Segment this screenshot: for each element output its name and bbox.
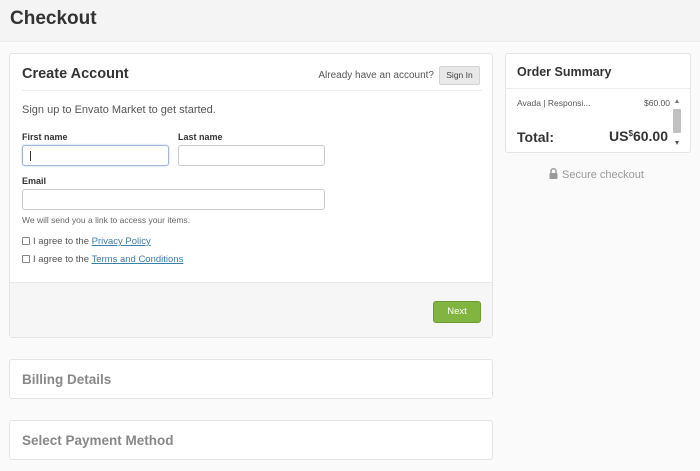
page-title: Checkout [10, 8, 97, 29]
card-footer: Next [10, 282, 492, 337]
email-label: Email [22, 176, 47, 186]
total-amount-value: 60.00 [632, 128, 668, 144]
total-currency-symbol: $ [628, 129, 633, 138]
email-hint: We will send you a link to access your i… [22, 215, 191, 225]
scroll-down-arrow-icon[interactable] [675, 141, 679, 145]
order-summary-card: Order Summary Avada | Responsi... $60.00… [505, 53, 691, 153]
total-currency-prefix: US [609, 128, 629, 144]
intro-text: Sign up to Envato Market to get started. [22, 104, 216, 116]
next-button[interactable]: Next [433, 301, 481, 323]
order-item-price: $60.00 [644, 98, 670, 108]
order-summary-title: Order Summary [517, 65, 612, 79]
billing-details-title: Billing Details [22, 372, 112, 387]
terms-and-conditions-link[interactable]: Terms and Conditions [91, 254, 183, 265]
payment-method-section[interactable]: Select Payment Method [9, 420, 493, 460]
page-header: Checkout [0, 0, 700, 42]
total-label: Total: [517, 129, 555, 145]
scroll-up-arrow-icon[interactable] [675, 99, 679, 103]
divider [22, 90, 482, 91]
first-name-input[interactable] [22, 145, 169, 166]
total-amount: US$60.00 [609, 128, 668, 144]
terms-checkbox[interactable] [22, 255, 30, 263]
email-input[interactable] [22, 189, 325, 210]
secure-checkout-text: Secure checkout [562, 169, 644, 181]
privacy-policy-link[interactable]: Privacy Policy [92, 236, 151, 247]
privacy-policy-label: I agree to the Privacy Policy [33, 236, 151, 247]
already-have-account-text: Already have an account? [318, 70, 434, 81]
payment-method-title: Select Payment Method [22, 433, 174, 448]
text-caret [30, 151, 31, 161]
secure-checkout: Secure checkout [549, 168, 644, 182]
billing-details-section[interactable]: Billing Details [9, 359, 493, 399]
agree-prefix: I agree to the [33, 236, 89, 247]
sign-in-button[interactable]: Sign In [439, 66, 480, 85]
scrollbar-thumb[interactable] [673, 109, 681, 133]
terms-label: I agree to the Terms and Conditions [33, 254, 183, 265]
create-account-title: Create Account [22, 66, 129, 82]
last-name-label: Last name [178, 132, 223, 142]
first-name-label: First name [22, 132, 68, 142]
divider [506, 88, 690, 89]
order-item-name: Avada | Responsi... [517, 98, 591, 108]
create-account-card: Create Account Already have an account? … [9, 53, 493, 338]
privacy-policy-checkbox[interactable] [22, 237, 30, 245]
last-name-input[interactable] [178, 145, 325, 166]
agree-prefix: I agree to the [33, 254, 89, 265]
lock-icon [549, 168, 558, 182]
